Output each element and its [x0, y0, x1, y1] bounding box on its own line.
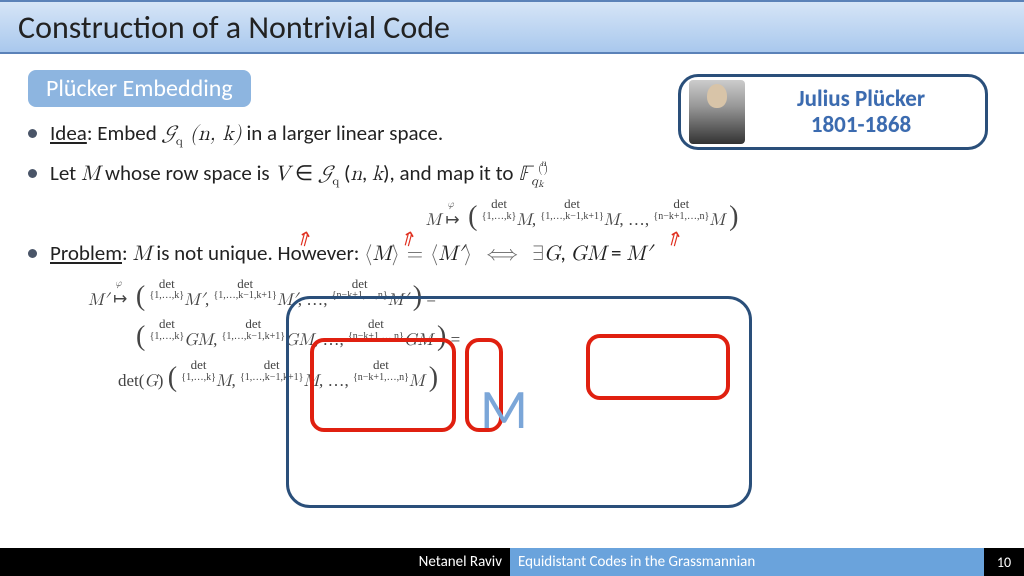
equation-detG: det(G) ( det{1,…,k}M, det{1,…,k−1,k+1}M,…	[118, 359, 996, 394]
title-bar: Construction of a Nontrivial Code	[0, 0, 1024, 54]
bullet-list-2: Problem: M is not unique. However: ⟨M⟩ =…	[28, 239, 996, 269]
slide-body: Plücker Embedding Idea: Embed 𝒢q (n, k) …	[0, 54, 1024, 394]
section-subtitle: Plücker Embedding	[28, 70, 251, 107]
slide-title: Construction of a Nontrivial Code	[18, 8, 450, 47]
bullet-list: Idea: Embed 𝒢q (n, k) in a larger linear…	[28, 119, 996, 190]
bullet-let: Let M whose row space is V ∈ 𝒢q (n, k), …	[28, 159, 996, 191]
footer-author: Netanel Raviv	[0, 548, 510, 576]
footer-bar: Netanel Raviv Equidistant Codes in the G…	[0, 548, 1024, 576]
bullet-problem: Problem: M is not unique. However: ⟨M⟩ =…	[28, 239, 996, 269]
equation-phi-M: M φ↦ ( det{1,…,k}M, det{1,…,k−1,k+1}M, ……	[168, 198, 996, 233]
equation-GM: ( det{1,…,k}GM, det{1,…,k−1,k+1}GM, …, d…	[136, 318, 996, 353]
footer-talk-title: Equidistant Codes in the Grassmannian	[510, 548, 984, 576]
page-number: 10	[984, 548, 1024, 576]
bullet-idea: Idea: Embed 𝒢q (n, k) in a larger linear…	[28, 119, 996, 151]
equation-Mprime-1: M′ φ↦ ( det{1,…,k}M′, det{1,…,k−1,k+1}M′…	[88, 278, 996, 313]
